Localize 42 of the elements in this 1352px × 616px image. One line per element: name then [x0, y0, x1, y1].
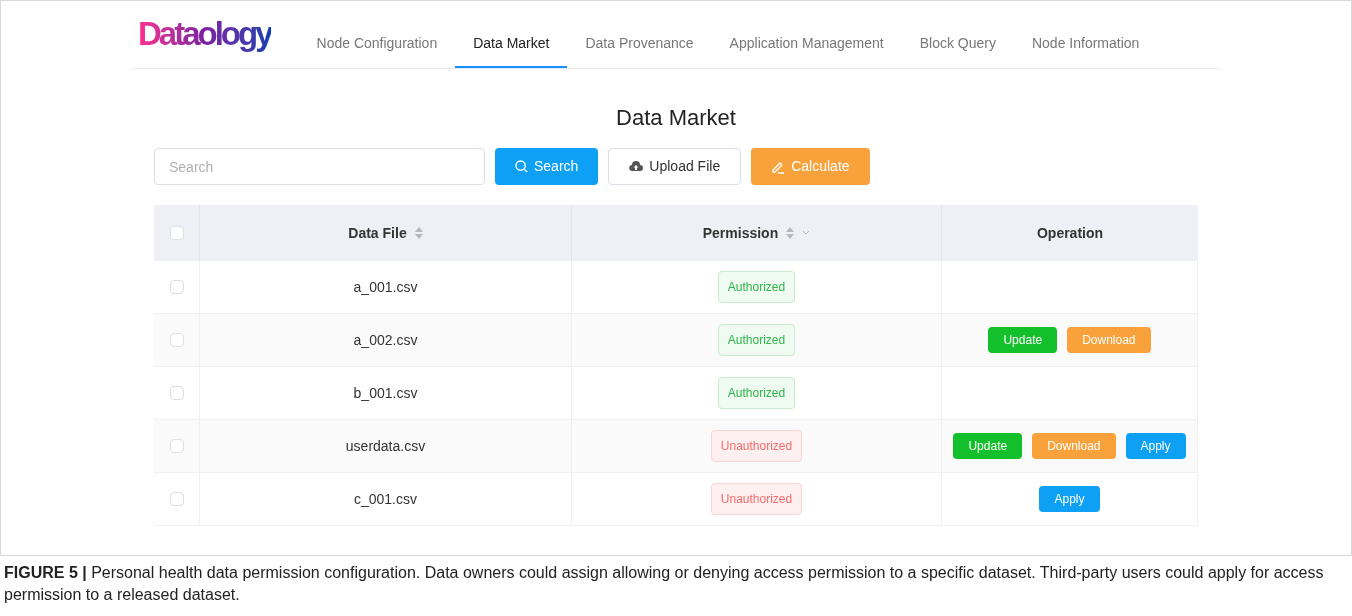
checkbox[interactable] — [169, 492, 184, 506]
search-icon — [515, 160, 528, 173]
figure-caption: FIGURE 5 | Personal health data permission configuration. Data owners could assign allowing or denying access permission to a specific dataset. Third-party users could apply for access permission to a released dataset. — [3, 563, 1325, 605]
search-button[interactable]: Search — [495, 148, 599, 185]
download-button[interactable]: Download — [1067, 327, 1151, 353]
permission-tag: Authorized — [717, 324, 796, 356]
calculate-button[interactable]: Calculate — [751, 148, 870, 185]
checkbox[interactable] — [169, 280, 184, 294]
nav-tab[interactable]: Block Query — [901, 20, 1014, 68]
file-name: a_001.csv — [353, 277, 418, 297]
file-name: c_001.csv — [353, 489, 417, 509]
update-button[interactable]: Update — [988, 327, 1058, 353]
apply-button[interactable]: Apply — [1039, 486, 1100, 512]
apply-button[interactable]: Apply — [1125, 433, 1186, 459]
permission-tag: Unauthorized — [710, 430, 803, 462]
checkbox[interactable] — [169, 386, 184, 400]
column-header: Permission — [702, 223, 779, 243]
update-button[interactable]: Update — [953, 433, 1023, 459]
download-button[interactable]: Download — [1032, 433, 1116, 459]
permission-tag: Authorized — [717, 377, 796, 409]
nav-tab[interactable]: Data Market — [455, 20, 568, 68]
chevron-down-icon — [802, 230, 811, 236]
nav-tab[interactable]: Node Configuration — [298, 20, 456, 68]
checkbox[interactable] — [169, 439, 184, 453]
page-title: Data Market — [616, 104, 736, 132]
column-header: Data File — [348, 223, 407, 243]
cloud-upload-icon — [629, 161, 644, 172]
search-field[interactable]: Search — [154, 148, 485, 185]
file-name: b_001.csv — [353, 383, 418, 403]
file-name: a_002.csv — [353, 330, 418, 350]
column-header: Operation — [1036, 223, 1104, 243]
permission-tag: Authorized — [717, 271, 796, 303]
sort-icon[interactable] — [786, 227, 795, 239]
sort-icon[interactable] — [414, 227, 423, 239]
nav-tab[interactable]: Data Provenance — [567, 20, 712, 68]
checkbox[interactable] — [169, 333, 184, 347]
file-name: userdata.csv — [345, 436, 426, 456]
nav-tab[interactable]: Node Information — [1013, 20, 1158, 68]
checkbox[interactable] — [169, 226, 184, 240]
nav-tab[interactable]: Application Management — [711, 20, 902, 68]
upload-button[interactable]: Upload File — [608, 148, 742, 185]
permission-tag: Unauthorized — [710, 483, 803, 515]
